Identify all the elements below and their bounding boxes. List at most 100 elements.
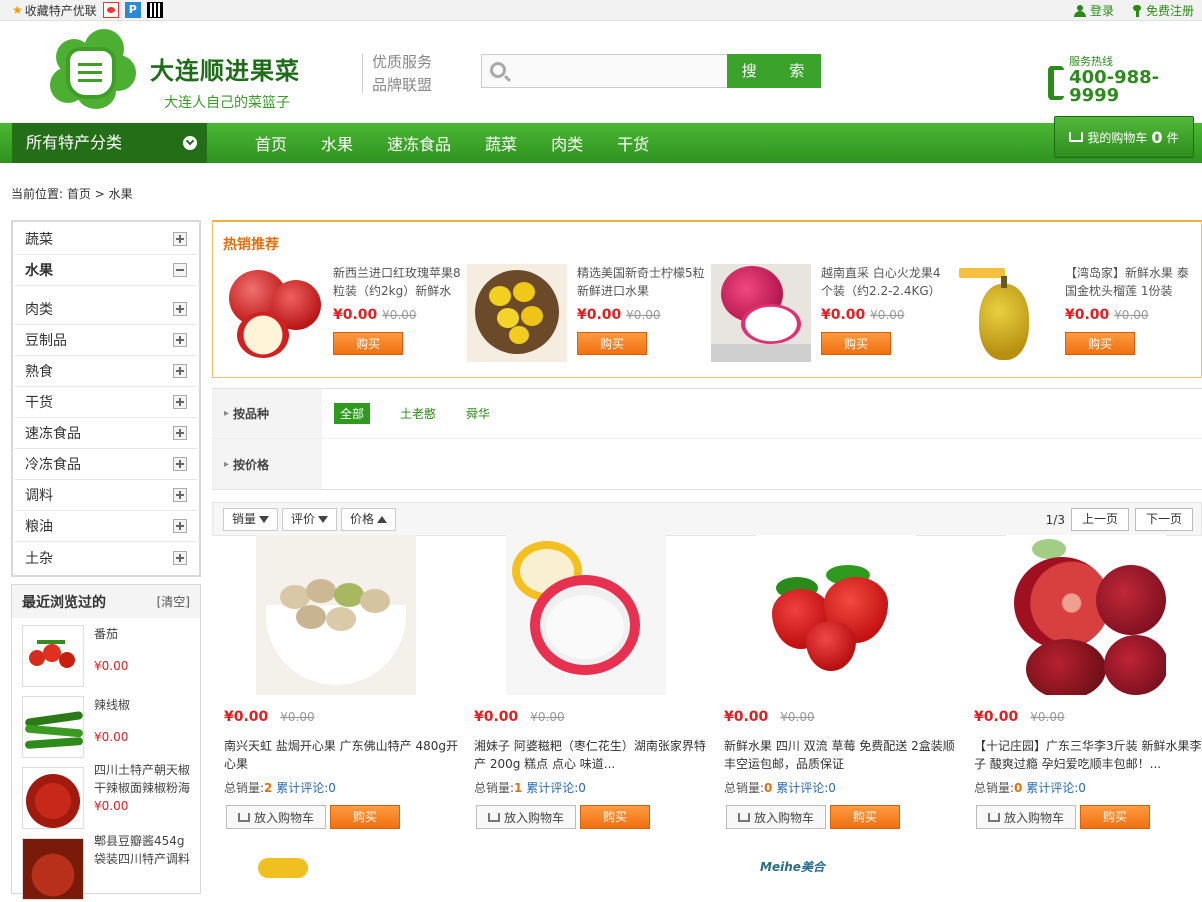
- hot-item-name[interactable]: 【湾岛家】新鲜水果 泰国金枕头榴莲 1份装: [1065, 264, 1195, 300]
- add-to-cart-button[interactable]: 放入购物车: [226, 805, 326, 829]
- brand-logo-meihe[interactable]: Meihe美合: [760, 858, 825, 875]
- chili-powder-image[interactable]: [22, 767, 84, 829]
- sort-sales-button[interactable]: 销量: [223, 507, 279, 531]
- register-link[interactable]: 免费注册: [1132, 2, 1194, 19]
- nav-item-meat[interactable]: 肉类: [534, 131, 600, 155]
- site-header: 大连顺进果菜 大连人自己的菜篮子 优质服务 品牌联盟 搜 索 服务热线 400-…: [0, 21, 1202, 123]
- hot-item-old-price: ¥0.00: [382, 308, 417, 322]
- product-name[interactable]: 新鲜水果 四川 双流 草莓 免费配送 2盒装顺丰空运包邮，品质保证: [724, 737, 960, 773]
- category-item[interactable]: 熟食: [15, 356, 197, 387]
- qr-code-icon[interactable]: [146, 2, 163, 18]
- buy-button[interactable]: 购买: [330, 805, 400, 829]
- breadcrumb-home[interactable]: 首页: [67, 187, 91, 201]
- recent-item[interactable]: 番茄 ¥0.00: [12, 625, 200, 689]
- nav-item-home[interactable]: 首页: [238, 131, 304, 155]
- all-categories-dropdown[interactable]: 所有特产分类: [12, 123, 207, 163]
- pistachio-image[interactable]: [256, 535, 416, 695]
- cart-button[interactable]: 我的购物车 0 件: [1054, 116, 1194, 158]
- expand-icon[interactable]: [173, 302, 187, 316]
- collapse-icon[interactable]: [173, 263, 187, 277]
- expand-icon[interactable]: [173, 550, 187, 565]
- filter-option[interactable]: 土老憨: [400, 405, 436, 422]
- add-to-cart-button[interactable]: 放入购物车: [976, 805, 1076, 829]
- category-item[interactable]: 速冻食品: [15, 418, 197, 449]
- product-name[interactable]: 南兴天虹 盐焗开心果 广东佛山特产 480g开心果: [224, 737, 460, 773]
- buy-button[interactable]: 购买: [821, 332, 891, 355]
- rice-cake-image[interactable]: [506, 535, 666, 695]
- hot-title: 热销推荐: [223, 237, 279, 253]
- expand-icon[interactable]: [173, 519, 187, 533]
- sales-count: 1: [514, 781, 523, 795]
- filter-label-breed: 按品种: [212, 389, 322, 438]
- strawberry-image[interactable]: [756, 535, 916, 695]
- product-price: ¥0.00: [724, 709, 769, 725]
- filter-option-all[interactable]: 全部: [334, 403, 371, 424]
- product-name[interactable]: 【十记庄园】广东三华李3斤装 新鲜水果李子 酸爽过瘾 孕妇爱吃顺丰包邮！...: [974, 737, 1202, 773]
- search-button[interactable]: 搜 索: [727, 54, 821, 88]
- buy-button[interactable]: 购买: [577, 332, 647, 355]
- expand-icon[interactable]: [173, 488, 187, 502]
- buy-button[interactable]: 购买: [333, 332, 403, 355]
- prev-page-button[interactable]: 上一页: [1070, 508, 1129, 531]
- nav-item-dried[interactable]: 干货: [600, 131, 666, 155]
- expand-icon[interactable]: [173, 426, 187, 440]
- favorite-link[interactable]: ★ 收藏特产优联: [12, 2, 97, 19]
- hot-item-old-price: ¥0.00: [870, 308, 905, 322]
- filter-option[interactable]: 舜华: [466, 405, 490, 422]
- category-item[interactable]: 冷冻食品: [15, 449, 197, 480]
- category-item[interactable]: 粮油: [15, 511, 197, 542]
- lemon-image[interactable]: [467, 264, 567, 362]
- weibo-icon[interactable]: [102, 2, 119, 18]
- sales-count: 2: [264, 781, 273, 795]
- sort-reviews-button[interactable]: 评价: [282, 507, 338, 531]
- brand-logo[interactable]: [48, 29, 136, 109]
- bean-paste-image[interactable]: [22, 838, 84, 900]
- pepper-image[interactable]: [22, 696, 84, 758]
- buy-button[interactable]: 购买: [1080, 805, 1150, 829]
- login-link[interactable]: 登录: [1073, 2, 1114, 19]
- expand-icon[interactable]: [173, 232, 187, 246]
- category-item[interactable]: 调料: [15, 480, 197, 511]
- nav-item-frozen[interactable]: 速冻食品: [370, 131, 468, 155]
- expand-icon[interactable]: [173, 457, 187, 471]
- hot-item-name[interactable]: 精选美国新奇士柠檬5粒 新鲜进口水果: [577, 264, 707, 300]
- recent-item[interactable]: 郫县豆瓣酱454g袋装四川特产调料: [12, 834, 200, 902]
- expand-icon[interactable]: [173, 364, 187, 378]
- dragon-fruit-image[interactable]: [711, 264, 811, 362]
- sort-price-button[interactable]: 价格: [341, 507, 397, 531]
- category-item[interactable]: 干货: [15, 387, 197, 418]
- expand-icon[interactable]: [173, 395, 187, 409]
- product-card: ¥0.00 ¥0.00 南兴天虹 盐焗开心果 广东佛山特产 480g开心果 总销量…: [224, 535, 464, 835]
- buy-button[interactable]: 购买: [1065, 332, 1135, 355]
- durian-image[interactable]: [955, 264, 1055, 362]
- category-item[interactable]: 土杂: [15, 542, 197, 573]
- nav-item-vegetables[interactable]: 蔬菜: [468, 131, 534, 155]
- category-item[interactable]: 水果: [15, 255, 197, 286]
- product-name[interactable]: 湘妹子 阿婆糍粑（枣仁花生）湖南张家界特产 200g 糕点 点心 味道...: [474, 737, 710, 773]
- recent-item[interactable]: 辣线椒 ¥0.00: [12, 696, 200, 760]
- search-input[interactable]: [482, 55, 727, 87]
- hotline-number: 400-988-9999: [1069, 67, 1160, 106]
- phone-icon: [1046, 66, 1065, 100]
- buy-button[interactable]: 购买: [580, 805, 650, 829]
- plum-image[interactable]: [1006, 535, 1166, 695]
- expand-icon[interactable]: [173, 333, 187, 347]
- hot-item-old-price: ¥0.00: [626, 308, 661, 322]
- add-to-cart-button[interactable]: 放入购物车: [476, 805, 576, 829]
- p-app-icon[interactable]: P: [124, 2, 141, 18]
- category-item[interactable]: 豆制品: [15, 325, 197, 356]
- recent-item[interactable]: 四川土特产朝天椒干辣椒面辣椒粉海 ¥0.00: [12, 763, 200, 831]
- next-page-button[interactable]: 下一页: [1134, 508, 1193, 531]
- buy-button[interactable]: 购买: [830, 805, 900, 829]
- tomato-image[interactable]: [22, 625, 84, 687]
- apple-image[interactable]: [223, 264, 323, 362]
- clear-recent-button[interactable]: [清空]: [157, 593, 190, 610]
- category-item[interactable]: 肉类: [15, 294, 197, 325]
- hot-item-name[interactable]: 新西兰进口红玫瑰苹果8粒装（约2kg）新鲜水: [333, 264, 463, 300]
- nav-item-fruit[interactable]: 水果: [304, 131, 370, 155]
- hot-item-name[interactable]: 越南直采 白心火龙果4个装（约2.2-2.4KG）: [821, 264, 951, 300]
- category-item[interactable]: 蔬菜: [15, 224, 197, 255]
- add-to-cart-button[interactable]: 放入购物车: [726, 805, 826, 829]
- product-card: ¥0.00 ¥0.00 【十记庄园】广东三华李3斤装 新鲜水果李子 酸爽过瘾 孕妇…: [974, 535, 1202, 835]
- cart-icon: [1069, 132, 1084, 142]
